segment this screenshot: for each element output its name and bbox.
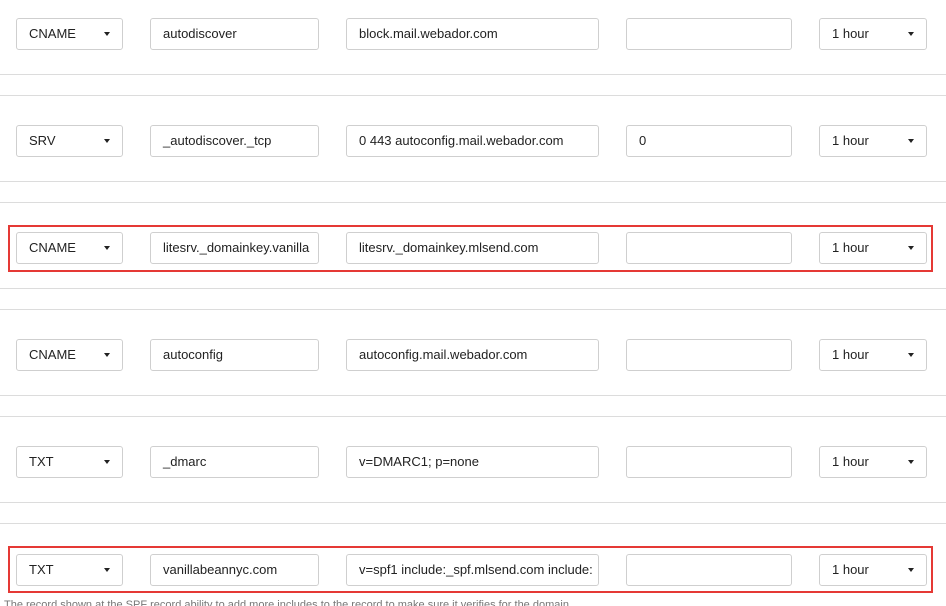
ttl-select[interactable]: 1 hour (819, 446, 927, 478)
caret-down-icon (104, 246, 110, 250)
ttl-value: 1 hour (832, 562, 869, 577)
dns-record-row: CNAME autoconfig autoconfig.mail.webador… (0, 339, 946, 373)
caret-down-icon (908, 460, 914, 464)
ttl-value: 1 hour (832, 133, 869, 148)
caret-down-icon (104, 460, 110, 464)
ttl-select[interactable]: 1 hour (819, 125, 927, 157)
target-input[interactable]: 0 443 autoconfig.mail.webador.com (346, 125, 599, 157)
priority-input[interactable] (626, 554, 792, 586)
footnote-text: The record shown at the SPF record abili… (4, 600, 569, 606)
target-input[interactable]: block.mail.webador.com (346, 18, 599, 50)
target-input[interactable]: litesrv._domainkey.mlsend.com (346, 232, 599, 264)
host-input[interactable]: litesrv._domainkey.vanilla (150, 232, 319, 264)
record-type-value: CNAME (29, 26, 76, 41)
record-type-value: TXT (29, 454, 54, 469)
row-divider (0, 181, 946, 182)
row-divider (0, 95, 946, 96)
host-input[interactable]: autodiscover (150, 18, 319, 50)
ttl-select[interactable]: 1 hour (819, 18, 927, 50)
target-input[interactable]: v=DMARC1; p=none (346, 446, 599, 478)
row-divider (0, 74, 946, 75)
caret-down-icon (908, 568, 914, 572)
ttl-value: 1 hour (832, 347, 869, 362)
priority-input[interactable]: 0 (626, 125, 792, 157)
ttl-value: 1 hour (832, 454, 869, 469)
row-divider (0, 395, 946, 396)
record-type-value: SRV (29, 133, 56, 148)
caret-down-icon (908, 139, 914, 143)
record-type-select[interactable]: TXT (16, 446, 123, 478)
record-type-select[interactable]: CNAME (16, 339, 123, 371)
row-divider (0, 288, 946, 289)
row-divider (0, 416, 946, 417)
caret-down-icon (104, 139, 110, 143)
priority-input[interactable] (626, 339, 792, 371)
record-type-value: CNAME (29, 240, 76, 255)
caret-down-icon (104, 568, 110, 572)
caret-down-icon (104, 353, 110, 357)
target-input[interactable]: v=spf1 include:_spf.mlsend.com include: (346, 554, 599, 586)
dns-record-row: TXT _dmarc v=DMARC1; p=none 1 hour (0, 446, 946, 480)
priority-input[interactable] (626, 446, 792, 478)
row-divider (0, 502, 946, 503)
record-type-select[interactable]: CNAME (16, 18, 123, 50)
record-type-select[interactable]: CNAME (16, 232, 123, 264)
ttl-select[interactable]: 1 hour (819, 232, 927, 264)
caret-down-icon (908, 353, 914, 357)
row-divider (0, 309, 946, 310)
host-input[interactable]: _dmarc (150, 446, 319, 478)
host-input[interactable]: autoconfig (150, 339, 319, 371)
priority-input[interactable] (626, 18, 792, 50)
row-divider (0, 523, 946, 524)
record-type-select[interactable]: SRV (16, 125, 123, 157)
dns-record-row: TXT vanillabeannyc.com v=spf1 include:_s… (0, 554, 946, 588)
row-divider (0, 202, 946, 203)
dns-record-row: CNAME autodiscover block.mail.webador.co… (0, 18, 946, 52)
host-input[interactable]: _autodiscover._tcp (150, 125, 319, 157)
target-input[interactable]: autoconfig.mail.webador.com (346, 339, 599, 371)
ttl-value: 1 hour (832, 240, 869, 255)
caret-down-icon (104, 32, 110, 36)
ttl-select[interactable]: 1 hour (819, 554, 927, 586)
record-type-select[interactable]: TXT (16, 554, 123, 586)
dns-record-row: CNAME litesrv._domainkey.vanilla litesrv… (0, 232, 946, 266)
host-input[interactable]: vanillabeannyc.com (150, 554, 319, 586)
ttl-value: 1 hour (832, 26, 869, 41)
dns-record-row: SRV _autodiscover._tcp 0 443 autoconfig.… (0, 125, 946, 159)
caret-down-icon (908, 32, 914, 36)
record-type-value: TXT (29, 562, 54, 577)
priority-input[interactable] (626, 232, 792, 264)
record-type-value: CNAME (29, 347, 76, 362)
caret-down-icon (908, 246, 914, 250)
ttl-select[interactable]: 1 hour (819, 339, 927, 371)
